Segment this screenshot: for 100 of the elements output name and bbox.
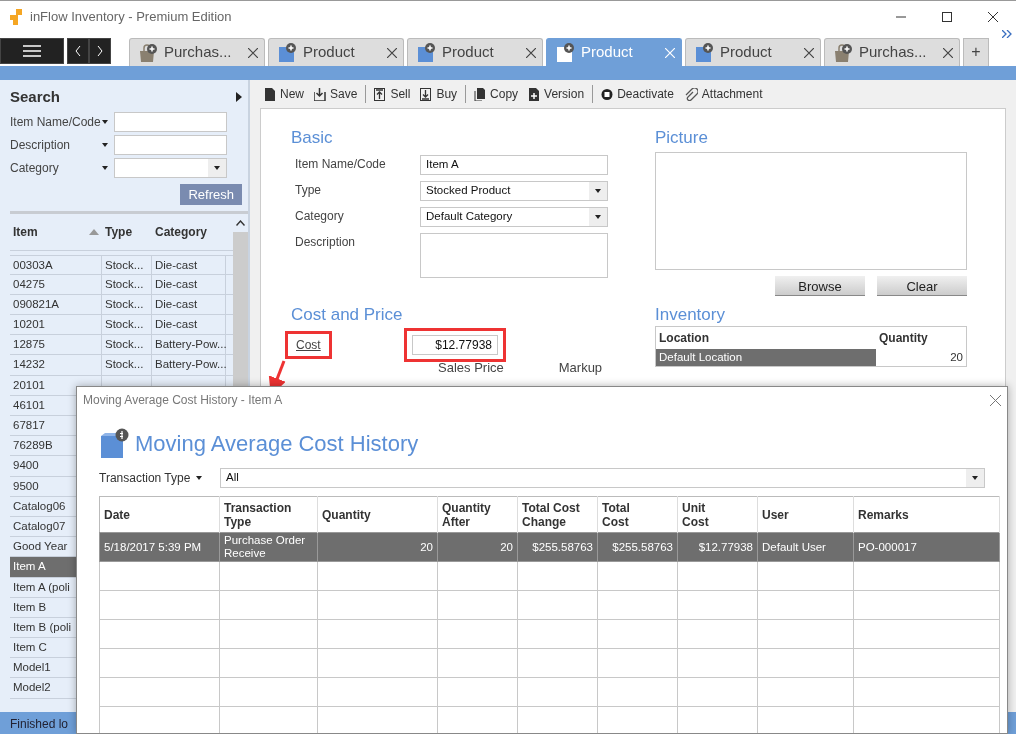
picture-button[interactable]: Browse [775,276,865,297]
filter-caret-icon[interactable] [196,476,203,480]
tab[interactable]: Product [407,38,543,66]
box-coin-icon [99,427,129,460]
list-item-text[interactable]: Stock... [105,297,144,310]
toolbar-button[interactable]: Sell [370,85,415,103]
list-item-text[interactable]: Battery-Pow... [155,358,227,371]
filter-caret-icon[interactable] [102,165,108,170]
tab-close-button[interactable] [943,47,953,58]
list-item-text[interactable]: Stock... [105,277,144,290]
dropdown-caret-icon[interactable] [595,189,601,194]
list-item-text[interactable]: 76289B [13,439,53,452]
section-title: Picture [655,127,709,149]
tab-close-button[interactable] [248,47,258,58]
list-item-text[interactable]: 12875 [13,338,45,351]
list-item-text[interactable]: 9500 [13,479,39,492]
tab-close-button[interactable] [387,47,397,58]
dropdown[interactable]: Stocked Product [420,181,608,202]
list-item-text[interactable]: Item A [13,560,46,573]
list-item-text[interactable]: Die-cast [155,297,198,310]
expand-arrow-icon[interactable] [236,92,242,103]
tab-close-button[interactable] [804,47,814,58]
sort-ascending-icon [89,228,99,235]
forward-button[interactable] [89,38,111,64]
list-item-text[interactable]: 10201 [13,318,45,331]
toolbar-button[interactable]: Version [524,85,589,103]
column-header[interactable]: Item [13,222,38,241]
list-item-text[interactable]: Die-cast [155,277,198,290]
list-item-text[interactable]: Stock... [105,338,144,351]
list-item-text[interactable]: 9400 [13,459,39,472]
list-item-text[interactable]: 090821A [13,297,60,310]
list-item-text[interactable]: Item C [13,641,47,654]
dropdown[interactable]: All [220,468,985,488]
close-icon [990,394,1001,406]
table-cell-text: 20 [949,350,964,366]
tab[interactable]: Product [268,38,404,66]
toolbar-button[interactable]: Deactivate [597,85,678,103]
list-item-text[interactable]: 46101 [13,398,45,411]
filter-caret-icon[interactable] [102,119,108,124]
back-icon [75,46,81,56]
toolbar-button[interactable]: Copy [470,85,523,103]
menu-icon [23,45,41,57]
list-item-text[interactable]: Die-cast [155,258,198,271]
tab[interactable]: Purchas... [824,38,960,66]
dropdown-caret-icon[interactable] [972,476,978,480]
close-icon [248,47,258,58]
list-item-text[interactable]: 67817 [13,419,45,431]
list-item-text[interactable]: Model2 [13,681,51,694]
section-title: Inventory [655,304,726,327]
back-button[interactable] [67,38,89,64]
list-item-text[interactable]: 20101 [13,378,45,391]
tab[interactable]: Purchas... [129,38,265,66]
list-item-text[interactable]: Stock... [105,258,144,271]
list-item-text[interactable]: Model1 [13,661,51,674]
table-cell: Purchase Order Receive [219,532,318,562]
close-button[interactable] [990,394,1001,406]
list-item-text[interactable]: Die-cast [155,318,198,331]
cost-link[interactable]: Cost [296,338,321,353]
menu-button[interactable] [0,38,64,64]
dropdown-caret-icon[interactable] [214,165,220,170]
list-item-text[interactable]: Item B (poli [13,620,72,633]
list-item-text[interactable]: Stock... [105,358,144,371]
new-tab-button[interactable]: + [963,38,989,66]
filter-input[interactable] [114,111,227,132]
column-header[interactable]: Type [105,222,133,241]
list-item-text[interactable]: 04275 [13,277,45,290]
list-item-text[interactable]: Catalog07 [13,519,66,532]
table-cell: 20 [317,532,438,562]
list-item-text[interactable]: Stock... [105,318,144,331]
maximize-icon [942,11,952,22]
toolbar-button[interactable]: Attachment [679,85,767,103]
tab-close-button[interactable] [526,47,536,58]
cost-field[interactable]: $12.77938 [412,335,498,356]
picture-button[interactable]: Clear [877,276,967,297]
copy-icon [474,87,487,101]
toolbar-button[interactable]: Save [310,85,362,103]
forward-icon [97,46,103,56]
list-item-text[interactable]: 00303A [13,258,53,271]
list-item-text[interactable]: Item A (poli [13,580,70,593]
list-item-text[interactable]: Catalog06 [13,499,66,512]
toolbar-button[interactable]: Buy [416,85,462,103]
filter-caret-icon[interactable] [102,142,108,147]
column-header[interactable]: Category [155,222,207,241]
text-field[interactable] [420,233,608,279]
list-item-text[interactable]: Battery-Pow... [155,338,227,351]
bag-icon [138,42,158,63]
toolbar-button[interactable]: New [260,85,308,103]
list-item-text[interactable]: Item B [13,600,47,613]
document-add-icon [416,42,436,63]
document-add-icon [694,42,714,63]
filter-input[interactable] [114,134,227,155]
list-item-text[interactable]: 14232 [13,358,45,371]
tab[interactable]: Product [685,38,821,66]
paperclip-icon [683,87,698,101]
scroll-up-icon[interactable] [236,219,245,226]
list-item-text[interactable]: Good Year [13,540,68,553]
dropdown-caret-icon[interactable] [595,215,601,220]
text-field[interactable]: Item A [420,155,608,176]
more-tabs-icon[interactable] [1002,30,1012,38]
dropdown[interactable]: Default Category [420,207,608,228]
